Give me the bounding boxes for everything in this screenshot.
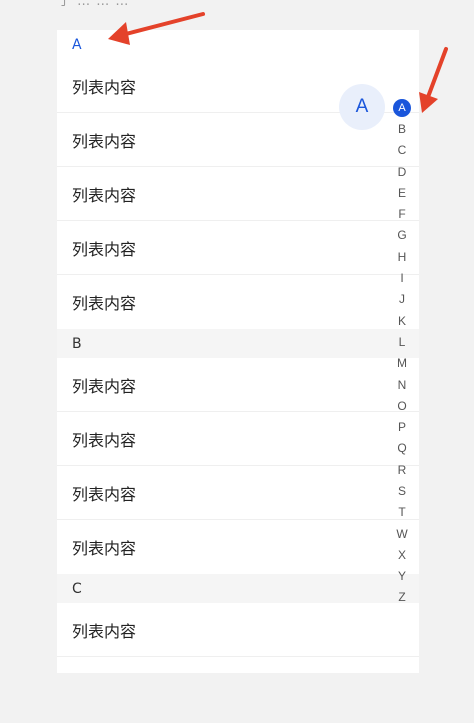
section-header-a-label: A	[72, 36, 82, 53]
index-letter-f[interactable]: F	[393, 203, 411, 224]
list-item-label: 列表内容	[72, 621, 137, 641]
list-item-label: 列表内容	[72, 430, 137, 450]
arrow-to-index-a-icon	[419, 47, 448, 113]
index-letter-a[interactable]: A	[393, 97, 411, 118]
list-item[interactable]: 列表内容	[57, 358, 419, 412]
list-item[interactable]: 列表内容	[57, 221, 419, 275]
index-letter-c[interactable]: C	[393, 140, 411, 161]
index-letter-j[interactable]: J	[393, 289, 411, 310]
index-letter-o[interactable]: O	[393, 395, 411, 416]
index-letter-e[interactable]: E	[393, 182, 411, 203]
index-letter-p[interactable]: P	[393, 416, 411, 437]
index-letter-q[interactable]: Q	[393, 438, 411, 459]
list-item-label: 列表内容	[72, 376, 137, 396]
index-letter-t[interactable]: T	[393, 502, 411, 523]
section-header-c-label: C	[72, 580, 82, 597]
index-letter-g[interactable]: G	[393, 225, 411, 246]
index-letter-w[interactable]: W	[393, 523, 411, 544]
index-letter-s[interactable]: S	[393, 480, 411, 501]
list-item-label: 列表内容	[72, 294, 137, 313]
section-header-a: A	[57, 30, 419, 59]
section-header-b: B	[57, 329, 419, 358]
index-letter-n[interactable]: N	[393, 374, 411, 395]
alphabet-index-bar[interactable]: A B C D E F G H I J K L M N O P Q R S T …	[393, 97, 411, 608]
index-letter-z[interactable]: Z	[393, 587, 411, 608]
index-letter-d[interactable]: D	[393, 161, 411, 182]
index-letter-r[interactable]: R	[393, 459, 411, 480]
top-truncated-text: 了 … … …	[58, 0, 130, 9]
index-letter-m[interactable]: M	[393, 353, 411, 374]
section-header-c: C	[57, 574, 419, 603]
index-letter-h[interactable]: H	[393, 246, 411, 267]
list-item-label: 列表内容	[72, 484, 137, 504]
current-letter-label: A	[355, 96, 369, 117]
list-item[interactable]: 列表内容	[57, 412, 419, 466]
index-letter-i[interactable]: I	[393, 267, 411, 288]
list-item[interactable]: 列表内容	[57, 167, 419, 221]
index-letter-l[interactable]: L	[393, 331, 411, 352]
list-item[interactable]: 列表内容	[57, 520, 419, 574]
index-letter-k[interactable]: K	[393, 310, 411, 331]
list-item-label: 列表内容	[72, 185, 137, 205]
list-item-label: 列表内容	[72, 77, 137, 97]
index-letter-x[interactable]: X	[393, 544, 411, 565]
index-letter-y[interactable]: Y	[393, 566, 411, 587]
list-item[interactable]: 列表内容	[57, 275, 419, 329]
list-item[interactable]: 列表内容	[57, 466, 419, 520]
list-item-label: 列表内容	[72, 539, 137, 558]
list-item-label: 列表内容	[72, 239, 137, 259]
index-letter-b[interactable]: B	[393, 118, 411, 139]
section-header-b-label: B	[72, 335, 82, 352]
current-letter-indicator: A	[339, 84, 385, 130]
list-item-label: 列表内容	[72, 131, 137, 151]
list-item[interactable]: 列表内容	[57, 603, 419, 657]
